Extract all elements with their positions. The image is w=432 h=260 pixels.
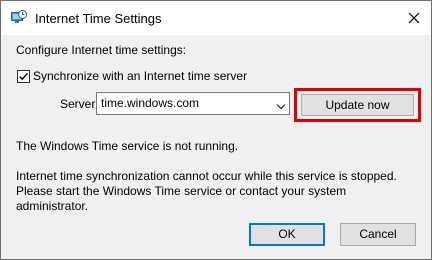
- server-combobox[interactable]: time.windows.com: [96, 92, 290, 115]
- service-status-text: The Windows Time service is not running.: [16, 139, 239, 153]
- window-title: Internet Time Settings: [35, 11, 162, 26]
- chevron-down-icon[interactable]: [276, 99, 286, 113]
- close-button[interactable]: [397, 1, 431, 35]
- message-line-2: Please start the Windows Time service or…: [16, 184, 347, 198]
- ok-button[interactable]: OK: [249, 223, 325, 246]
- sync-checkbox[interactable]: [17, 70, 30, 83]
- section-heading: Configure Internet time settings:: [16, 43, 187, 57]
- internet-time-settings-dialog: Internet Time Settings Configure Interne…: [0, 0, 432, 260]
- sync-checkbox-label[interactable]: Synchronize with an Internet time server: [33, 69, 247, 83]
- cancel-button[interactable]: Cancel: [340, 223, 416, 246]
- message-line-3: administrator.: [16, 199, 89, 213]
- update-now-button[interactable]: Update now: [301, 94, 414, 116]
- checkmark-icon: [19, 72, 28, 81]
- server-value[interactable]: time.windows.com: [101, 96, 199, 110]
- server-label: Server:: [60, 97, 99, 111]
- message-line-1: Internet time synchronization cannot occ…: [16, 169, 397, 183]
- close-icon: [408, 12, 420, 24]
- clock-globe-icon: [11, 10, 27, 25]
- title-bar: Internet Time Settings: [1, 1, 431, 35]
